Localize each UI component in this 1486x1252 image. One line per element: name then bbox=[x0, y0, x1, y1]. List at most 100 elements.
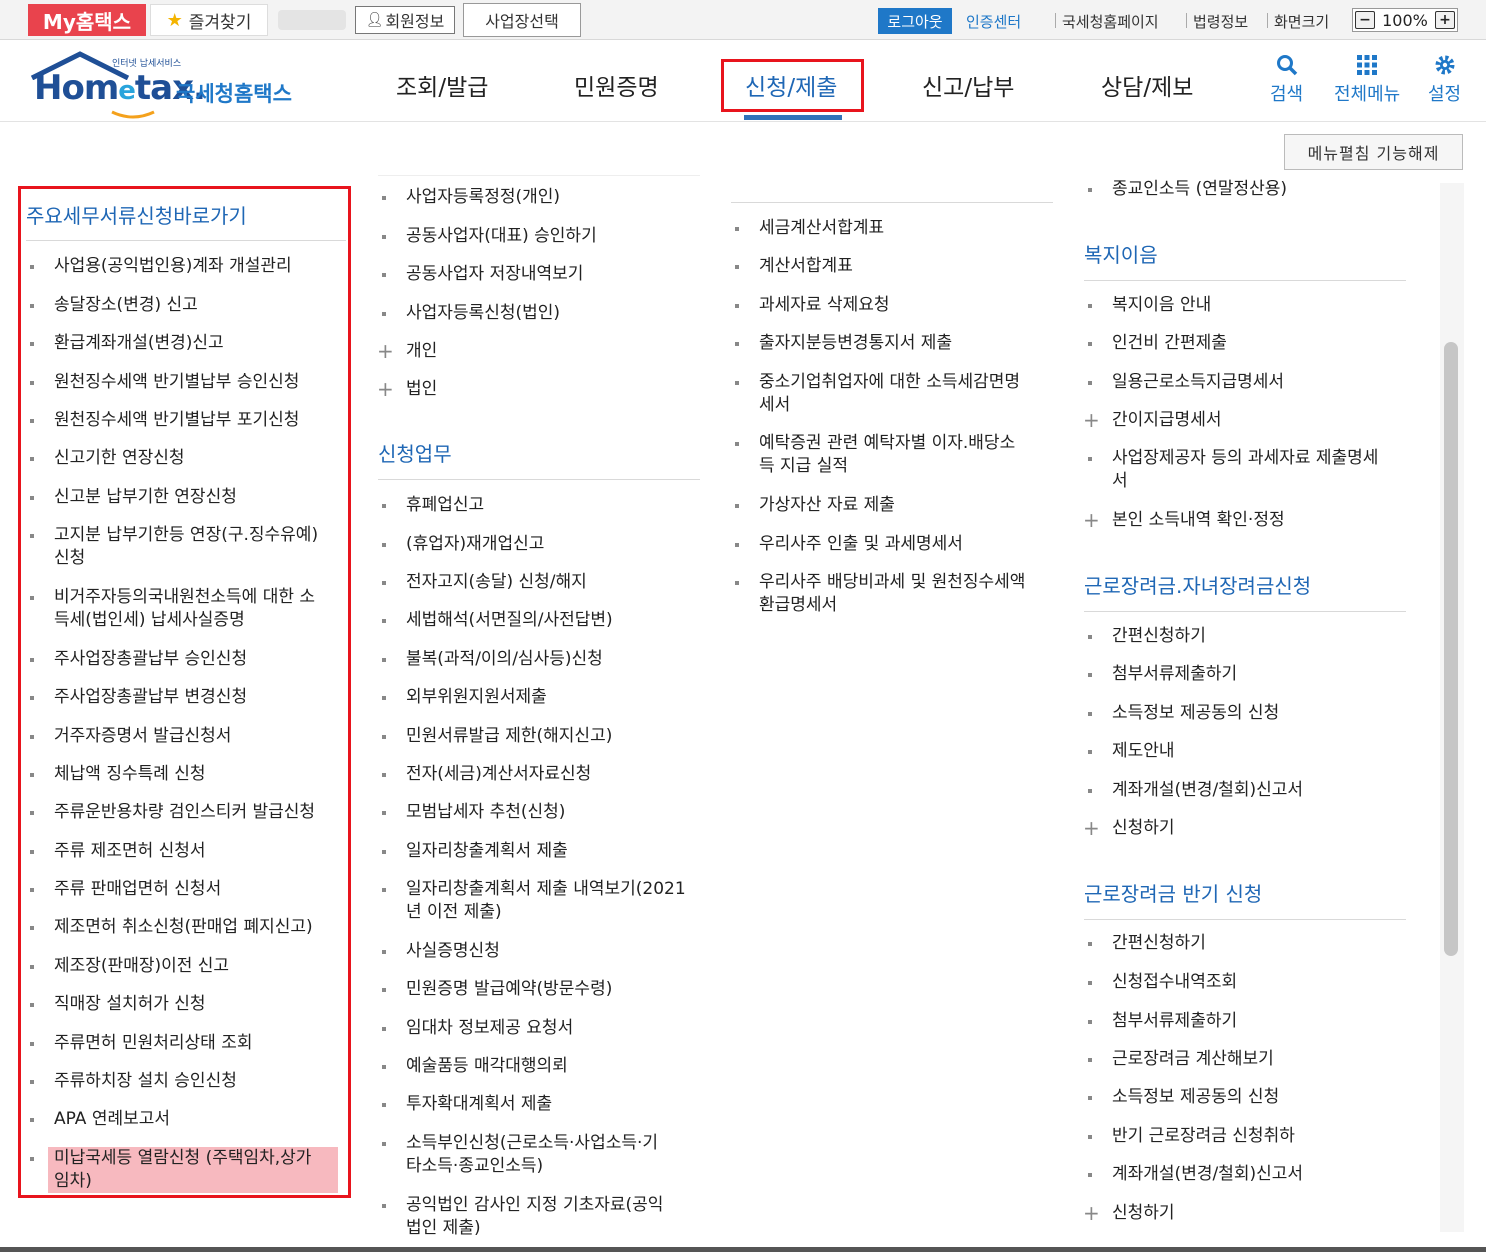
menu-item[interactable]: (휴업자)재개업신고 bbox=[382, 533, 544, 556]
menu-item[interactable]: 출자지분등변경통지서 제출 bbox=[735, 332, 952, 355]
menu-item[interactable]: 인건비 간편제출 bbox=[1088, 332, 1227, 355]
menu-item[interactable]: 비거주자등의국내원천소득에 대한 소 bbox=[30, 586, 315, 609]
nav-report-pay[interactable]: 신고/납부 bbox=[922, 68, 1014, 102]
menu-item[interactable]: 예탁증권 관련 예탁자별 이자.배당소 bbox=[735, 432, 1015, 455]
menu-item[interactable]: 예술품등 매각대행의뢰 bbox=[382, 1055, 568, 1078]
menu-item[interactable]: 신고분 납부기한 연장신청 bbox=[30, 486, 237, 509]
menu-item[interactable]: 첨부서류제출하기 bbox=[1088, 1010, 1237, 1033]
menu-item[interactable]: 사업자등록정정(개인) bbox=[382, 186, 561, 209]
menu-item[interactable]: 거주자증명서 발급신청서 bbox=[30, 725, 231, 748]
menu-item[interactable]: 외부위원지원서제출 bbox=[382, 686, 547, 709]
zoom-in-button[interactable]: + bbox=[1435, 11, 1455, 29]
menu-item[interactable]: 고지분 납부기한등 연장(구.징수유예) bbox=[30, 524, 318, 547]
menu-item[interactable]: 투자확대계획서 제출 bbox=[382, 1093, 552, 1116]
all-menu-button[interactable]: 전체메뉴 bbox=[1334, 54, 1400, 106]
menu-item[interactable]: 소득부인신청(근로소득·사업소득·기 bbox=[382, 1132, 658, 1155]
menu-item[interactable]: 직매장 설치허가 신청 bbox=[30, 993, 206, 1016]
menu-item[interactable]: 신청접수내역조회 bbox=[1088, 971, 1237, 994]
menu-item[interactable]: 일자리창출계획서 제출 bbox=[382, 840, 568, 863]
menu-item[interactable]: 우리사주 배당비과세 및 원천징수세액 bbox=[735, 571, 1025, 594]
menu-item[interactable]: 계산서합계표 bbox=[735, 255, 853, 278]
menu-item[interactable]: 공동사업자 저장내역보기 bbox=[382, 263, 583, 286]
menu-item[interactable]: 민원증명 발급예약(방문수령) bbox=[382, 978, 612, 1001]
menu-item[interactable]: 제조면허 취소신청(판매업 폐지신고) bbox=[30, 916, 313, 939]
menu-item-label: 사업자등록정정(개인) bbox=[406, 187, 561, 207]
menu-item[interactable]: 환급계좌개설(변경)신고 bbox=[30, 332, 224, 355]
menu-item[interactable]: 종교인소득 (연말정산용) bbox=[1088, 178, 1287, 201]
menu-item[interactable]: 임대차 정보제공 요청서 bbox=[382, 1017, 573, 1040]
business-select-button[interactable]: 사업장선택 bbox=[463, 3, 581, 37]
zoom-out-button[interactable]: − bbox=[1355, 11, 1375, 29]
menu-item[interactable]: 송달장소(변경) 신고 bbox=[30, 294, 198, 317]
menu-item[interactable]: 주사업장총괄납부 승인신청 bbox=[30, 648, 247, 671]
menu-item[interactable]: 미납국세등 열람신청 (주택임차,상가 bbox=[30, 1147, 311, 1170]
search-button[interactable]: 검색 bbox=[1270, 54, 1303, 106]
menu-item[interactable]: + 신청하기 bbox=[1083, 817, 1175, 840]
favorites-button[interactable]: ★ 즐겨찾기 bbox=[150, 4, 268, 36]
menu-item[interactable]: 휴폐업신고 bbox=[382, 494, 484, 517]
menu-item[interactable]: 간편신청하기 bbox=[1088, 932, 1206, 955]
menu-item[interactable]: 간편신청하기 bbox=[1088, 625, 1206, 648]
menu-item[interactable]: 사업용(공익법인용)계좌 개설관리 bbox=[30, 255, 292, 278]
scrollbar-thumb[interactable] bbox=[1444, 342, 1458, 956]
menu-item[interactable]: 과세자료 삭제요청 bbox=[735, 294, 890, 317]
nts-homepage-link[interactable]: 국세청홈페이지 bbox=[1062, 11, 1159, 32]
logout-button[interactable]: 로그아웃 bbox=[878, 8, 952, 34]
menu-item[interactable]: 공동사업자(대표) 승인하기 bbox=[382, 225, 597, 248]
menu-item[interactable]: 체납액 징수특례 신청 bbox=[30, 763, 206, 786]
hometax-logo[interactable]: 인터넷 납세서비스 Hometax. 국세청홈택스 bbox=[24, 50, 304, 120]
menu-item[interactable]: 중소기업취업자에 대한 소득세감면명 bbox=[735, 371, 1020, 394]
menu-item-label: 불복(과적/이의/심사등)신청 bbox=[406, 649, 603, 669]
menu-item[interactable]: 민원서류발급 제한(해지신고) bbox=[382, 725, 612, 748]
menu-item[interactable]: 주류운반용차량 검인스티커 발급신청 bbox=[30, 801, 315, 824]
menu-item[interactable]: 첨부서류제출하기 bbox=[1088, 663, 1237, 686]
member-info-button[interactable]: 👤︎ 회원정보 bbox=[355, 6, 455, 34]
menu-item[interactable]: 주류 판매업면허 신청서 bbox=[30, 878, 221, 901]
menu-item[interactable]: 주류하치장 설치 승인신청 bbox=[30, 1070, 237, 1093]
menu-item[interactable]: 모범납세자 추천(신청) bbox=[382, 801, 565, 824]
menu-item[interactable]: 복지이음 안내 bbox=[1088, 294, 1211, 317]
nav-inquiry[interactable]: 조회/발급 bbox=[396, 68, 488, 102]
menu-item[interactable]: 불복(과적/이의/심사등)신청 bbox=[382, 648, 603, 671]
menu-item[interactable]: 사업자등록신청(법인) bbox=[382, 302, 560, 325]
nav-civil-certificate[interactable]: 민원증명 bbox=[574, 68, 659, 102]
menu-item[interactable]: 소득정보 제공동의 신청 bbox=[1088, 702, 1279, 725]
menu-item[interactable]: 세금계산서합계표 bbox=[735, 217, 884, 240]
menu-item[interactable]: 사실증명신청 bbox=[382, 940, 500, 963]
menu-item[interactable]: 주사업장총괄납부 변경신청 bbox=[30, 686, 247, 709]
menu-item[interactable]: 제도안내 bbox=[1088, 740, 1175, 763]
menu-item[interactable]: 신고기한 연장신청 bbox=[30, 447, 185, 470]
menu-item[interactable]: 가상자산 자료 제출 bbox=[735, 494, 895, 517]
menu-item[interactable]: 계좌개설(변경/철회)신고서 bbox=[1088, 779, 1303, 802]
menu-item[interactable]: 일자리창출계획서 제출 내역보기(2021 bbox=[382, 878, 686, 901]
menu-item[interactable]: 제조장(판매장)이전 신고 bbox=[30, 955, 229, 978]
menu-item[interactable]: + 법인 bbox=[377, 378, 437, 401]
menu-item[interactable]: 전자고지(송달) 신청/해지 bbox=[382, 571, 587, 594]
menu-item[interactable]: 일용근로소득지급명세서 bbox=[1088, 371, 1284, 394]
menu-item[interactable]: 우리사주 인출 및 과세명세서 bbox=[735, 533, 963, 556]
nav-consult-report[interactable]: 상담/제보 bbox=[1101, 68, 1193, 102]
menu-item[interactable]: 원천징수세액 반기별납부 승인신청 bbox=[30, 371, 299, 394]
menu-item[interactable]: 계좌개설(변경/철회)신고서 bbox=[1088, 1163, 1303, 1186]
cert-center-link[interactable]: 인증센터 bbox=[966, 11, 1021, 32]
menu-item[interactable]: + 본인 소득내역 확인·정정 bbox=[1083, 509, 1285, 532]
menu-item[interactable]: APA 연례보고서 bbox=[30, 1108, 170, 1131]
menu-item[interactable]: 주류면허 민원처리상태 조회 bbox=[30, 1032, 253, 1055]
menu-item[interactable]: + 간이지급명세서 bbox=[1083, 409, 1221, 432]
menu-item[interactable]: 반기 근로장려금 신청취하 bbox=[1088, 1125, 1295, 1148]
menu-collapse-toggle-button[interactable]: 메뉴펼침 기능해제 bbox=[1284, 134, 1463, 170]
menu-item[interactable]: 원천징수세액 반기별납부 포기신청 bbox=[30, 409, 299, 432]
menu-item[interactable]: 사업장제공자 등의 과세자료 제출명세 bbox=[1088, 447, 1378, 470]
menu-item[interactable]: + 개인 bbox=[377, 340, 437, 363]
menu-item-label: 주류하치장 설치 승인신청 bbox=[54, 1071, 237, 1091]
menu-item[interactable]: 공익법인 감사인 지정 기초자료(공익 bbox=[382, 1194, 663, 1217]
menu-item[interactable]: 주류 제조면허 신청서 bbox=[30, 840, 206, 863]
menu-item[interactable]: 세법해석(서면질의/사전답변) bbox=[382, 609, 613, 632]
my-hometax-button[interactable]: My홈택스 bbox=[28, 4, 146, 36]
menu-item[interactable]: + 신청하기 bbox=[1083, 1202, 1175, 1225]
menu-item[interactable]: 소득정보 제공동의 신청 bbox=[1088, 1086, 1279, 1109]
law-info-link[interactable]: 법령정보 bbox=[1193, 11, 1248, 32]
menu-item[interactable]: 전자(세금)계산서자료신청 bbox=[382, 763, 591, 786]
settings-button[interactable]: 설정 bbox=[1428, 54, 1461, 106]
menu-item[interactable]: 근로장려금 계산해보기 bbox=[1088, 1048, 1274, 1071]
